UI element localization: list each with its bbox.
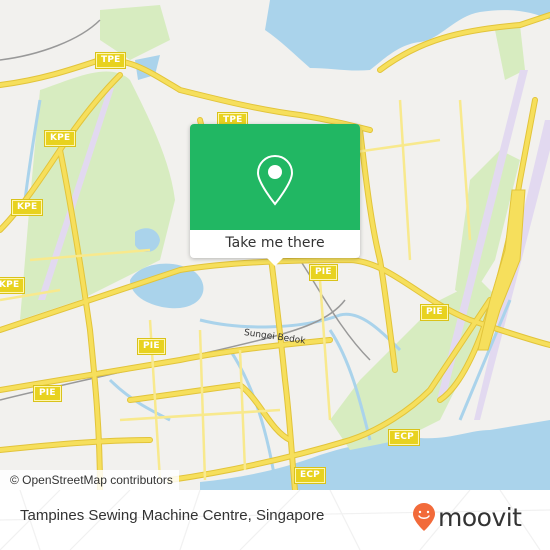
- road-shield-pie: PIE: [34, 386, 61, 401]
- road-shield-kpe: KPE: [0, 278, 25, 293]
- map[interactable]: TPE TPE KPE KPE KPE PIE PIE PIE PIE PIE …: [0, 0, 550, 490]
- park-east-coast: [330, 280, 500, 450]
- popup-pointer: [267, 258, 283, 266]
- road-shield-kpe: KPE: [12, 200, 43, 215]
- moovit-smile-pin-icon: [413, 503, 435, 531]
- road-shield-pie: PIE: [138, 339, 165, 354]
- moovit-logo[interactable]: moovit: [412, 502, 522, 532]
- road-shield-ecp: ECP: [389, 430, 419, 445]
- brand-name: moovit: [438, 502, 522, 532]
- directions-popup[interactable]: Take me there: [190, 124, 360, 266]
- footer-bar: Tampines Sewing Machine Centre, Singapor…: [0, 490, 550, 550]
- take-me-there-button[interactable]: Take me there: [190, 230, 360, 258]
- road-shield-pie: PIE: [310, 265, 337, 280]
- map-attribution[interactable]: © OpenStreetMap contributors: [0, 470, 179, 490]
- place-name: Tampines Sewing Machine Centre, Singapor…: [20, 507, 325, 524]
- road-shield-tpe: TPE: [96, 53, 126, 68]
- popup-header[interactable]: [190, 124, 360, 230]
- road-shield-kpe: KPE: [45, 131, 76, 146]
- park-north: [100, 5, 170, 60]
- road-shield-ecp: ECP: [295, 468, 325, 483]
- map-pin-icon: [256, 154, 294, 206]
- road-shield-pie: PIE: [421, 305, 448, 320]
